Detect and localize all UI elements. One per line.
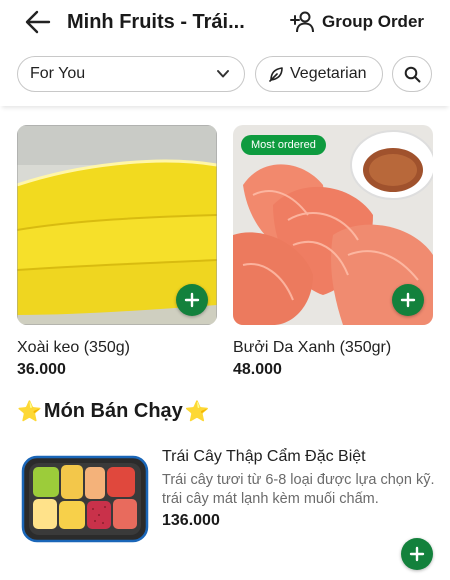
section-title: ⭐ Món Bán Chạy ⭐: [17, 399, 210, 424]
list-item-image[interactable]: [21, 453, 149, 545]
product-price: 48.000: [233, 361, 282, 378]
list-item[interactable]: Trái Cây Thập Cẩm Đặc Biệt Trái cây tươi…: [17, 445, 437, 565]
product-image-pomelo[interactable]: Most ordered: [233, 125, 433, 325]
star-icon: ⭐: [17, 401, 42, 423]
star-icon: ⭐: [184, 401, 210, 423]
search-button[interactable]: [392, 56, 432, 92]
filter-bar: For You Vegetarian: [0, 48, 450, 106]
plus-icon: [400, 292, 416, 308]
section-title-text: Món Bán Chạy: [43, 400, 183, 422]
add-to-cart-button[interactable]: [401, 538, 433, 570]
header: Minh Fruits - Trái... Group Order: [0, 0, 450, 46]
add-to-cart-button[interactable]: [392, 284, 424, 316]
vegetarian-filter-chip[interactable]: Vegetarian: [255, 56, 383, 92]
list-item-price: 136.000: [162, 512, 220, 529]
fruit-platter-photo: [21, 455, 149, 543]
add-to-cart-button[interactable]: [176, 284, 208, 316]
product-price: 36.000: [17, 361, 66, 378]
group-order-button[interactable]: Group Order: [290, 8, 424, 36]
category-select[interactable]: For You: [17, 56, 245, 92]
product-image-mango[interactable]: [17, 125, 217, 325]
arrow-left-icon: [25, 10, 51, 34]
product-name: Xoài keo (350g): [17, 339, 130, 356]
leaf-icon: [269, 67, 283, 82]
back-button[interactable]: [24, 9, 52, 35]
product-card[interactable]: Xoài keo (350g) 36.000: [17, 125, 217, 379]
plus-icon: [409, 546, 425, 562]
list-item-description: Trái cây tươi từ 6-8 loại được lựa chọn …: [162, 472, 435, 507]
page-title: Minh Fruits - Trái...: [67, 11, 245, 33]
product-card[interactable]: Most ordered Bưởi Da Xanh (350gr) 48.000: [233, 125, 433, 379]
product-name: Bưởi Da Xanh (350gr): [233, 339, 392, 356]
search-icon: [404, 66, 420, 82]
plus-icon: [184, 292, 200, 308]
vegetarian-filter-label: Vegetarian: [290, 65, 367, 82]
chevron-down-icon: [217, 70, 229, 78]
list-item-name: Trái Cây Thập Cẩm Đặc Biệt: [162, 448, 366, 465]
most-ordered-badge: Most ordered: [241, 135, 326, 155]
category-select-value: For You: [30, 65, 86, 82]
group-users-icon: [290, 11, 314, 33]
group-order-label: Group Order: [322, 12, 425, 31]
